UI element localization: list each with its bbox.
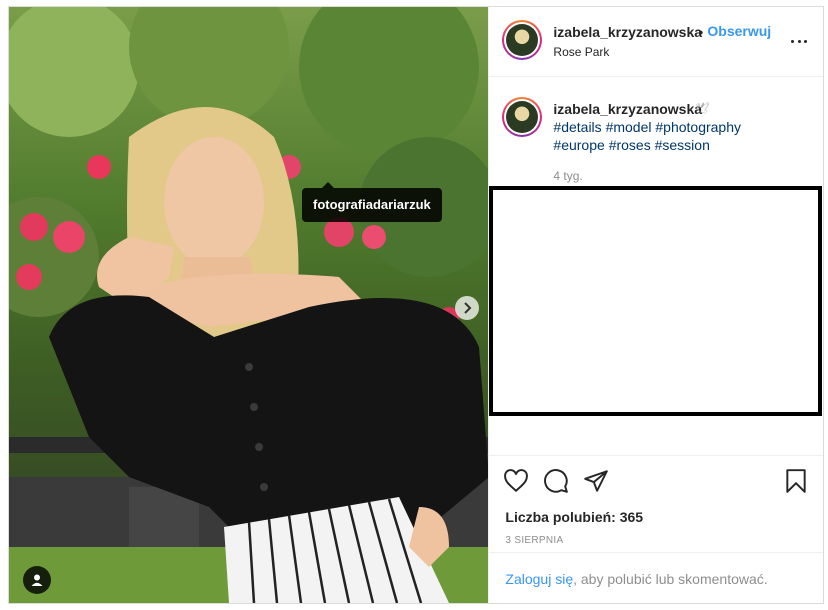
- likes-count[interactable]: Liczba polubień: 365: [505, 509, 643, 525]
- share-icon[interactable]: [583, 468, 609, 494]
- comments-area: [489, 186, 823, 416]
- next-photo-button[interactable]: [455, 296, 479, 320]
- login-link[interactable]: Zaloguj się: [505, 571, 573, 587]
- photo-scene: [9, 7, 489, 603]
- follow-button[interactable]: Obserwuj: [707, 23, 771, 39]
- dove-emoji: 🕊: [695, 103, 710, 115]
- hashtag-model[interactable]: #model: [606, 119, 652, 135]
- avatar-image: [506, 101, 539, 133]
- post-location[interactable]: Rose Park: [553, 45, 609, 59]
- hashtag-europe[interactable]: #europe: [553, 137, 604, 153]
- post-header: izabela_krzyzanowska • Obserwuj Rose Par…: [489, 7, 824, 77]
- avatar-image: [506, 24, 539, 56]
- login-prompt-text: , aby polubić lub skomentować.: [573, 571, 768, 587]
- bookmark-icon[interactable]: [783, 468, 809, 494]
- user-tag-button[interactable]: [23, 566, 51, 594]
- post-frame: fotografiadariarzuk izabela_krzyzanowska…: [8, 6, 824, 604]
- caption-avatar[interactable]: [502, 97, 543, 137]
- hashtag-session[interactable]: #session: [655, 137, 710, 153]
- comment-icon[interactable]: [543, 468, 569, 494]
- hashtag-roses[interactable]: #roses: [609, 137, 651, 153]
- post-date[interactable]: 3 SIERPNIA: [505, 535, 563, 546]
- header-separator: •: [698, 24, 704, 40]
- login-prompt: Zaloguj się, aby polubić lub skomentować…: [489, 552, 824, 604]
- post-side-panel: izabela_krzyzanowska • Obserwuj Rose Par…: [488, 7, 824, 604]
- post-actions: Liczba polubień: 365 3 SIERPNIA Zaloguj …: [489, 455, 824, 604]
- hashtag-details[interactable]: #details: [553, 119, 601, 135]
- more-options-icon[interactable]: [789, 33, 809, 49]
- caption-hashtags: #details #model #photography #europe #ro…: [553, 118, 783, 154]
- chevron-right-icon: [464, 302, 472, 314]
- caption-time-ago[interactable]: 4 tyg.: [553, 169, 582, 183]
- heart-icon[interactable]: [503, 468, 529, 494]
- photo-user-tag[interactable]: fotografiadariarzuk: [302, 182, 442, 222]
- caption-username[interactable]: izabela_krzyzanowska: [553, 101, 702, 117]
- post-author-username[interactable]: izabela_krzyzanowska: [553, 24, 702, 40]
- user-tag-icon: [31, 574, 43, 586]
- post-photo[interactable]: fotografiadariarzuk: [9, 7, 489, 603]
- avatar[interactable]: [502, 20, 543, 60]
- hashtag-photography[interactable]: #photography: [655, 119, 741, 135]
